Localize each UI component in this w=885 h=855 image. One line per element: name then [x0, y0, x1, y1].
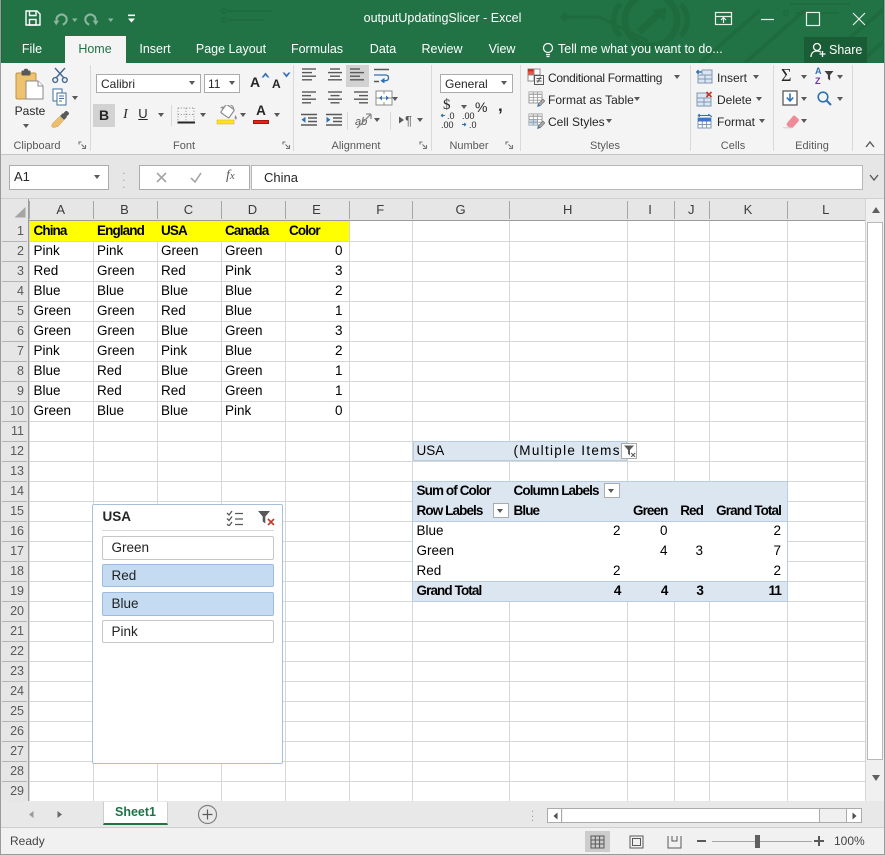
svg-text:.00: .00 [441, 120, 454, 129]
svg-text:Z: Z [815, 76, 821, 85]
svg-text:¶: ¶ [405, 113, 412, 128]
svg-text:ab: ab [355, 116, 367, 128]
svg-text:A: A [815, 66, 822, 76]
svg-text:.0: .0 [469, 120, 477, 129]
